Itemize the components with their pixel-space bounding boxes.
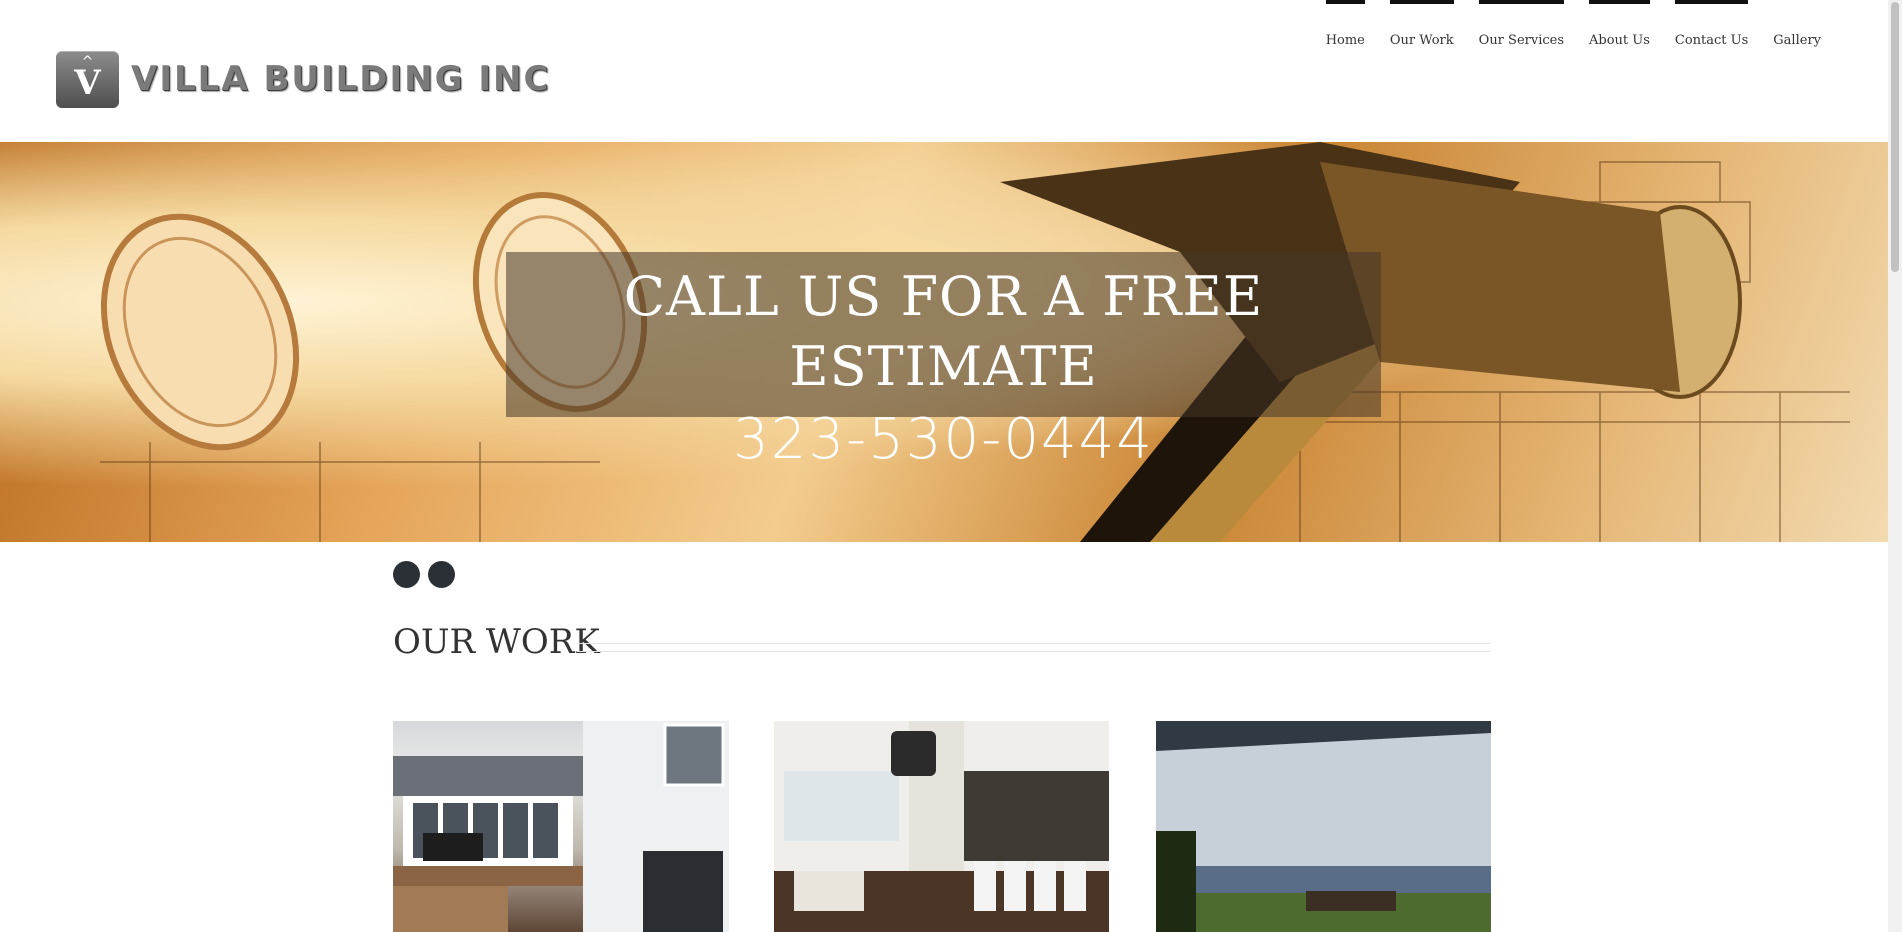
nav-our-services[interactable]: Our Services — [1478, 0, 1564, 48]
nav-about-us[interactable]: About Us — [1589, 0, 1650, 48]
site-header: ^ V VILLA BUILDING INC Home Our Work Our… — [0, 0, 1888, 142]
page-scrollbar[interactable] — [1888, 0, 1902, 932]
nav-home[interactable]: Home — [1325, 0, 1365, 48]
slider-dot-2[interactable] — [428, 561, 455, 588]
section-title: OUR WORK — [393, 622, 600, 662]
nav-label: Home — [1325, 33, 1365, 48]
dining-room-photo — [774, 721, 1109, 932]
hero-caption: CALL US FOR A FREE ESTIMATE 323-530-0444 — [506, 252, 1381, 472]
logo-mark: V — [74, 63, 101, 103]
hero-headline: CALL US FOR A FREE ESTIMATE — [623, 265, 1264, 398]
site-logo[interactable]: ^ V VILLA BUILDING INC — [56, 50, 550, 108]
logo-badge: ^ V — [56, 50, 119, 108]
hero-slider: CALL US FOR A FREE ESTIMATE 323-530-0444 — [0, 142, 1888, 542]
nav-gallery[interactable]: Gallery — [1773, 0, 1821, 48]
nav-active-bar — [1589, 0, 1650, 4]
nav-active-bar — [1325, 0, 1365, 4]
work-thumbnail-1[interactable] — [393, 721, 729, 932]
nav-our-work[interactable]: Our Work — [1389, 0, 1454, 48]
logo-text: VILLA BUILDING INC — [131, 59, 551, 99]
ocean-view-photo — [1156, 721, 1491, 932]
nav-label: About Us — [1589, 33, 1650, 48]
main-nav: Home Our Work Our Services About Us Cont… — [1325, 0, 1821, 48]
work-thumbnail-2[interactable] — [774, 721, 1109, 932]
slider-dot-1[interactable] — [393, 561, 420, 588]
scrollbar-thumb[interactable] — [1891, 2, 1899, 272]
nav-active-bar — [1389, 0, 1454, 4]
slider-pagination — [393, 561, 455, 588]
hero-phone[interactable]: 323-530-0444 — [506, 402, 1381, 478]
nav-active-bar — [1478, 0, 1564, 4]
house-exterior-photo — [393, 721, 729, 932]
nav-label: Gallery — [1773, 33, 1821, 48]
nav-active-bar — [1674, 0, 1749, 4]
nav-label: Our Work — [1389, 33, 1454, 48]
section-divider — [577, 643, 1491, 652]
nav-label: Our Services — [1478, 33, 1564, 48]
nav-contact-us[interactable]: Contact Us — [1674, 0, 1749, 48]
work-thumbnail-3[interactable] — [1156, 721, 1491, 932]
nav-label: Contact Us — [1674, 33, 1749, 48]
